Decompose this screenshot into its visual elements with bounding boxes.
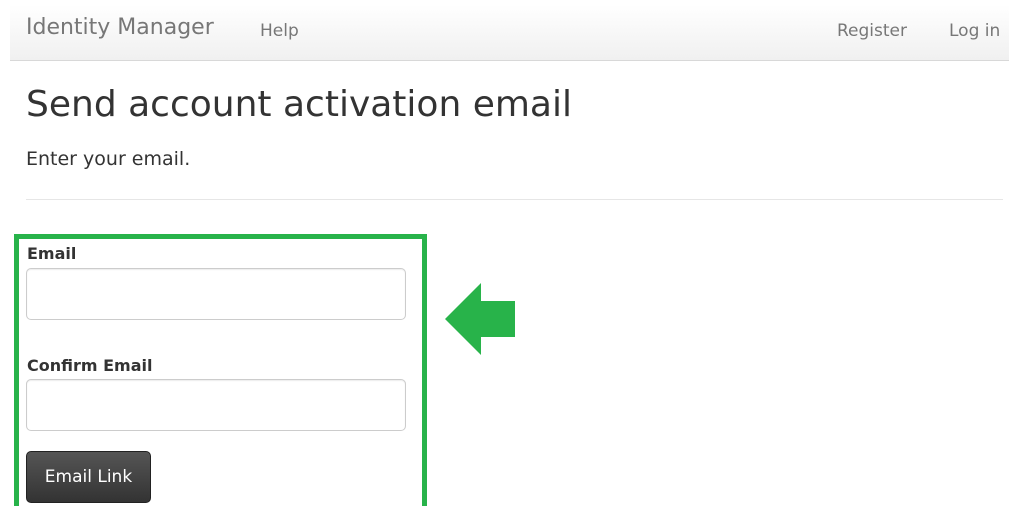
email-label: Email	[27, 244, 77, 263]
email-link-button[interactable]: Email Link	[26, 451, 151, 503]
confirm-email-label: Confirm Email	[27, 356, 153, 375]
divider	[26, 199, 1003, 200]
page-subtitle: Enter your email.	[26, 148, 191, 170]
email-input[interactable]	[26, 268, 406, 320]
nav-help-link[interactable]: Help	[260, 21, 299, 41]
page-title: Send account activation email	[26, 84, 572, 125]
confirm-email-input[interactable]	[26, 379, 406, 431]
left-arrow-icon	[445, 283, 515, 355]
nav-register-link[interactable]: Register	[837, 21, 907, 41]
navbar: Identity Manager Help Register Log in	[10, 5, 1009, 61]
brand-link[interactable]: Identity Manager	[26, 15, 214, 40]
left-arrow-shape	[445, 283, 515, 355]
nav-login-link[interactable]: Log in	[949, 21, 1000, 41]
